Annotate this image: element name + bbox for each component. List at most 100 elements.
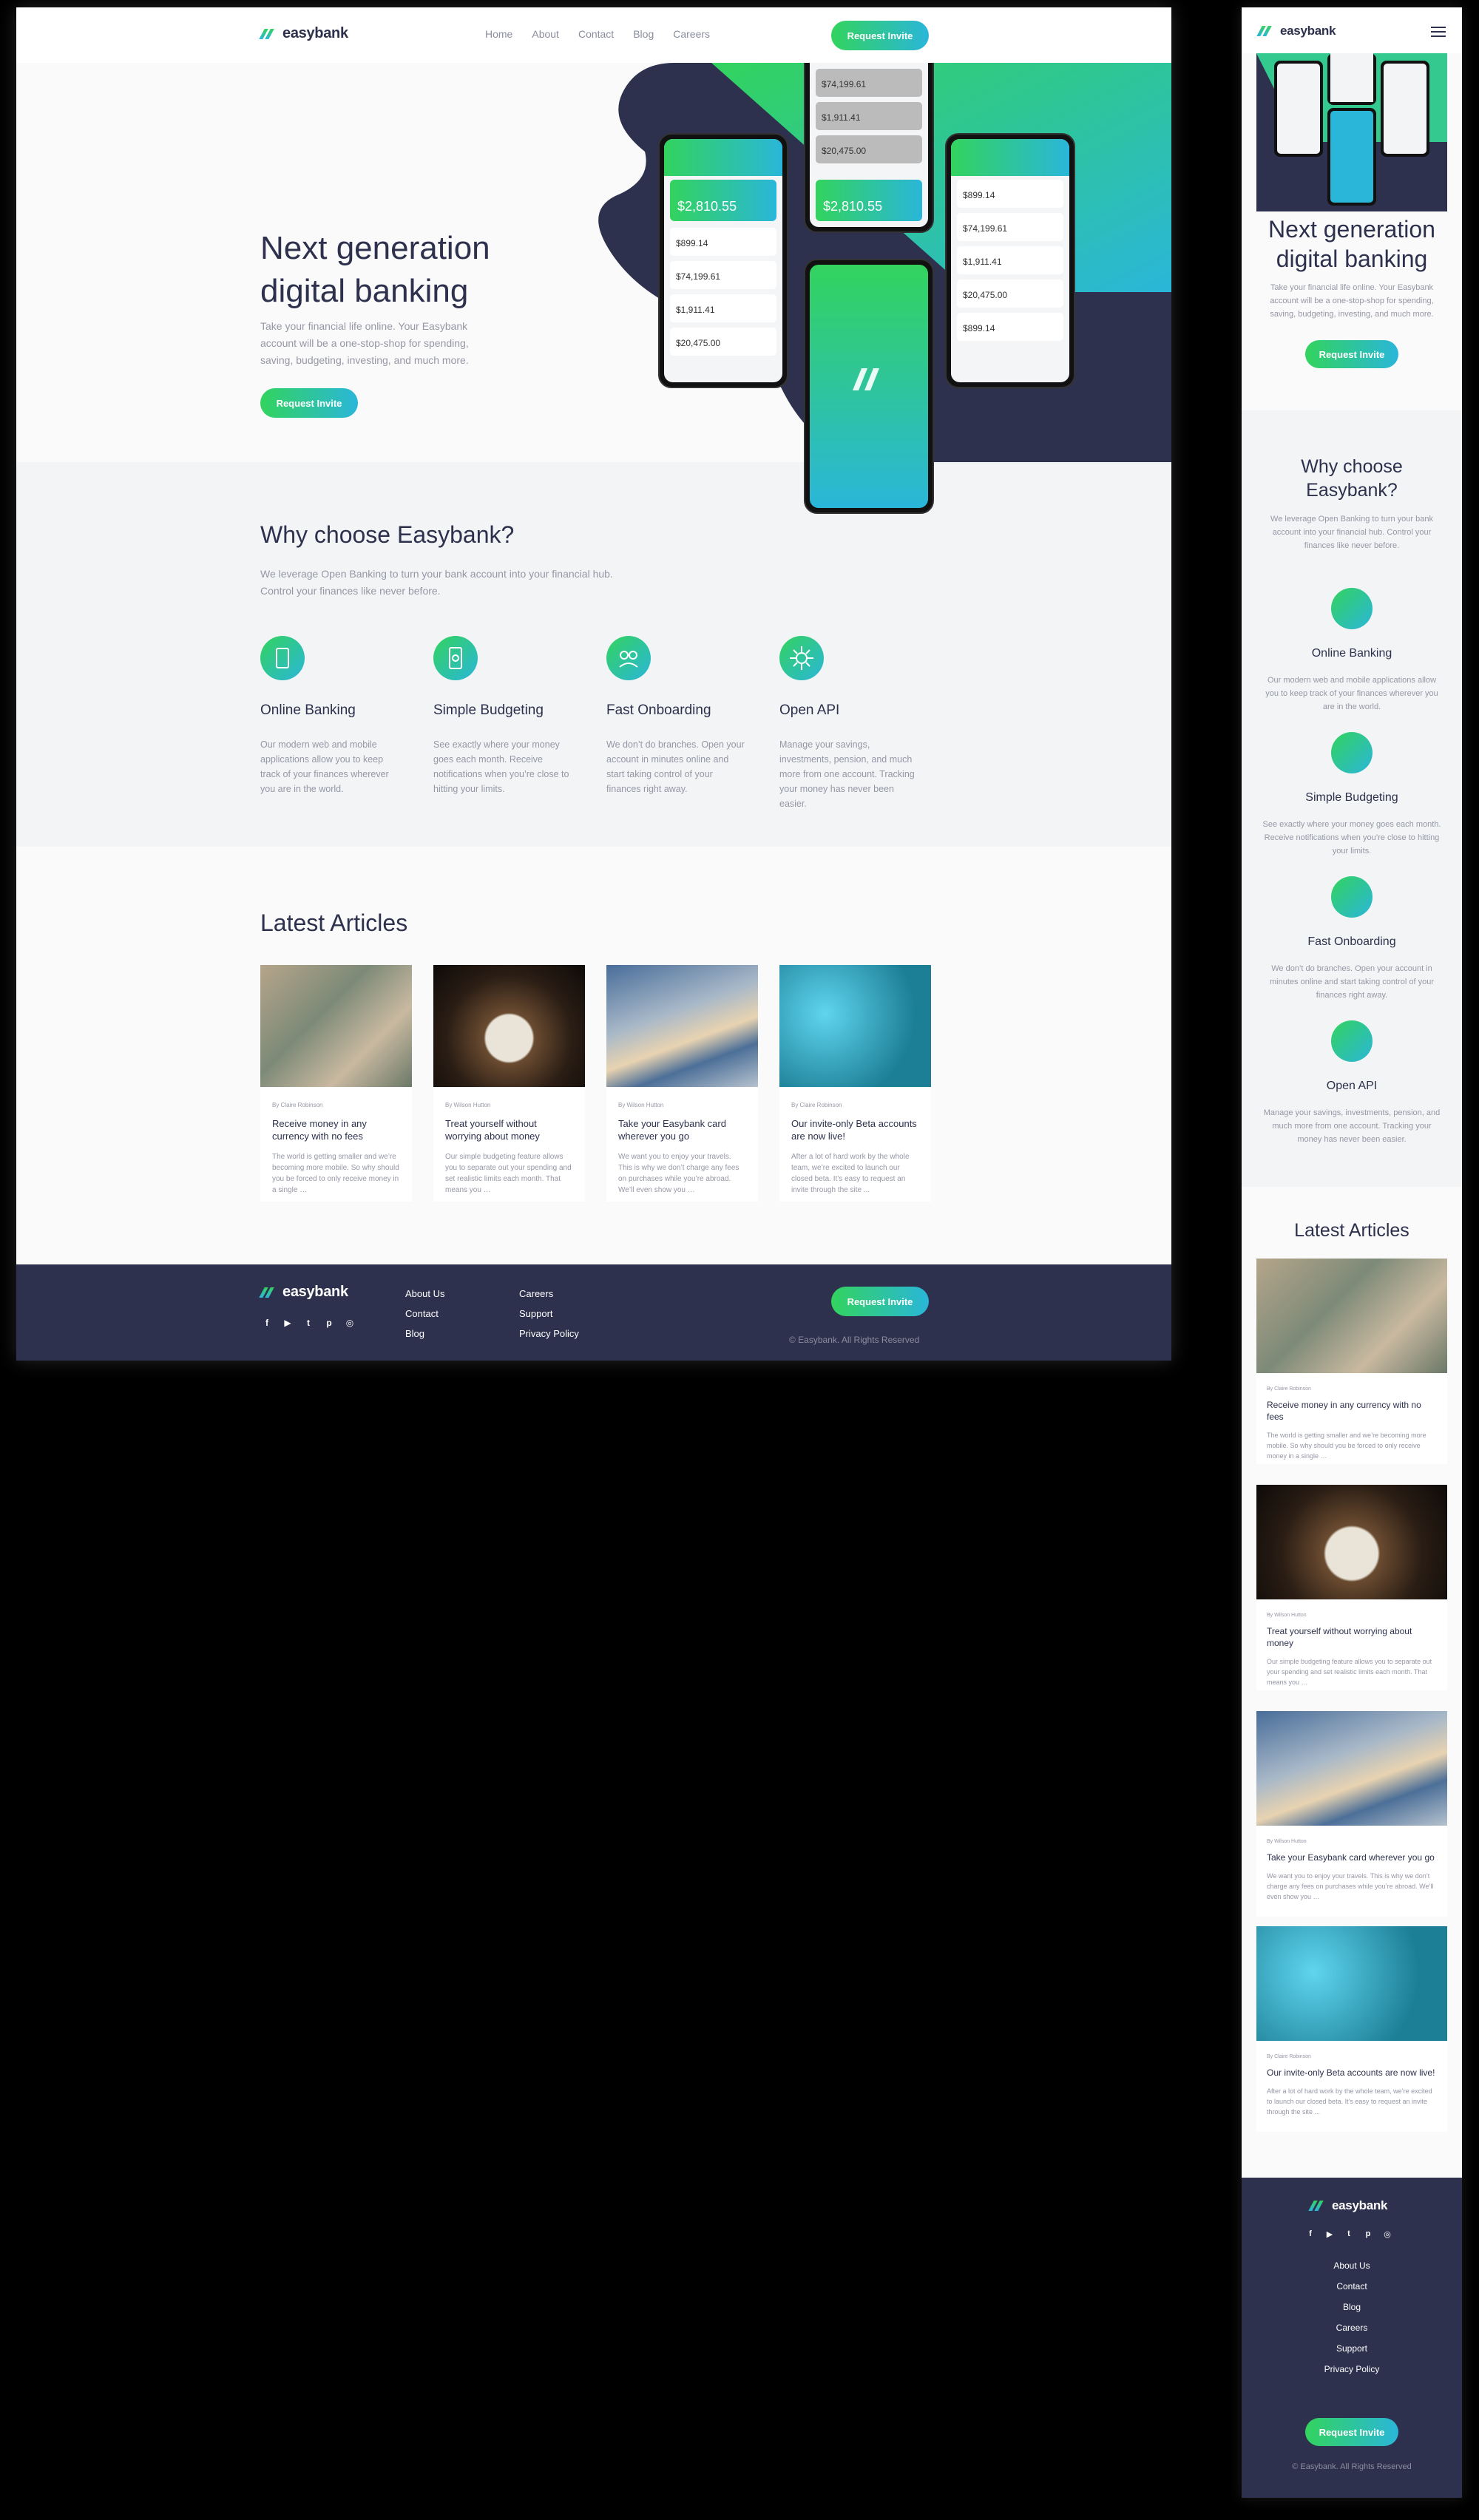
- article-title[interactable]: Take your Easybank card wherever you go: [618, 1117, 746, 1142]
- instagram-icon[interactable]: ◎: [343, 1316, 356, 1330]
- amount-card: $20,475.00: [670, 328, 776, 356]
- facebook-icon[interactable]: f: [260, 1316, 274, 1330]
- footer-link-contact[interactable]: Contact: [405, 1308, 444, 1319]
- footer-link-careers[interactable]: Careers: [1242, 2323, 1462, 2333]
- nav-link-blog[interactable]: Blog: [633, 28, 654, 40]
- brand-name: easybank: [282, 25, 348, 41]
- social-links: f ▶ t p ◎: [1304, 2229, 1394, 2239]
- facebook-icon[interactable]: f: [1304, 2229, 1317, 2239]
- article-title[interactable]: Receive money in any currency with no fe…: [1267, 1399, 1437, 1423]
- feature-title: Fast Onboarding: [1307, 935, 1396, 948]
- pinterest-icon[interactable]: p: [1361, 2229, 1375, 2239]
- balance-card: $2,810.55: [670, 180, 776, 221]
- article-card[interactable]: By Wilson Hutton Treat yourself without …: [433, 965, 585, 1202]
- article-title[interactable]: Treat yourself without worrying about mo…: [1267, 1625, 1437, 1649]
- mobile-article-card[interactable]: By Wilson Hutton Take your Easybank card…: [1256, 1711, 1447, 1917]
- phone-mockup-right: $899.14 $74,199.61 $1,911.41 $20,475.00 …: [945, 133, 1075, 388]
- article-title[interactable]: Take your Easybank card wherever you go: [1267, 1852, 1437, 1863]
- footer-links-col1: About Us Contact Blog: [405, 1288, 444, 1339]
- article-author: By Claire Robinson: [272, 1102, 323, 1108]
- feature-fast-onboarding: Fast Onboarding We don’t do branches. Op…: [606, 636, 747, 796]
- feature-title: Fast Onboarding: [606, 702, 711, 718]
- article-author: By Claire Robinson: [1267, 2054, 1311, 2059]
- logo-mark-icon: [853, 368, 879, 390]
- footer-link-contact[interactable]: Contact: [1242, 2281, 1462, 2292]
- feature-text: Manage your savings, investments, pensio…: [1263, 1108, 1441, 1144]
- article-image-plane: [606, 965, 758, 1087]
- article-card[interactable]: By Claire Robinson Our invite-only Beta …: [779, 965, 931, 1202]
- pinterest-icon[interactable]: p: [322, 1316, 336, 1330]
- mobile-hero-text: Take your financial life online. Your Ea…: [1270, 283, 1434, 319]
- article-image-restaurant: [1256, 1485, 1447, 1599]
- social-links: f ▶ t p ◎: [260, 1316, 356, 1330]
- youtube-icon[interactable]: ▶: [1323, 2229, 1336, 2239]
- footer-link-privacy[interactable]: Privacy Policy: [519, 1328, 579, 1339]
- hero-request-invite-button[interactable]: Request Invite: [260, 388, 358, 418]
- mobile-articles-title: Latest Articles: [1294, 1220, 1409, 1241]
- request-invite-button[interactable]: Request Invite: [831, 21, 929, 50]
- mobile-footer: easybank f ▶ t p ◎ About Us Contact Blog…: [1242, 2178, 1462, 2498]
- article-title[interactable]: Receive money in any currency with no fe…: [272, 1117, 400, 1142]
- nav-link-contact[interactable]: Contact: [578, 28, 614, 40]
- feature-title: Open API: [1326, 1080, 1378, 1092]
- footer-logo[interactable]: easybank: [259, 1284, 348, 1301]
- instagram-icon[interactable]: ◎: [1381, 2229, 1394, 2239]
- article-title[interactable]: Our invite-only Beta accounts are now li…: [791, 1117, 919, 1142]
- mobile-article-card[interactable]: By Wilson Hutton Treat yourself without …: [1256, 1485, 1447, 1690]
- logo-mark-icon: [1256, 26, 1274, 36]
- articles-title: Latest Articles: [260, 910, 408, 936]
- youtube-icon[interactable]: ▶: [281, 1316, 294, 1330]
- amount-card: $1,911.41: [957, 246, 1063, 274]
- hero-section: $2,810.55 $899.14 $74,199.61 $1,911.41 $…: [16, 33, 1171, 514]
- brand-logo[interactable]: easybank: [259, 25, 348, 42]
- footer-link-about[interactable]: About Us: [1242, 2260, 1462, 2271]
- article-image-plane: [1256, 1711, 1447, 1826]
- article-card[interactable]: By Wilson Hutton Take your Easybank card…: [606, 965, 758, 1202]
- nav-link-careers[interactable]: Careers: [673, 28, 710, 40]
- article-excerpt: The world is getting smaller and we’re b…: [1267, 1432, 1426, 1460]
- mobile-why-section: Why choose Easybank? We leverage Open Ba…: [1242, 410, 1462, 1187]
- article-image-restaurant: [433, 965, 585, 1087]
- footer-link-support[interactable]: Support: [519, 1308, 579, 1319]
- footer-link-support[interactable]: Support: [1242, 2343, 1462, 2354]
- mobile-feature-fast-onboarding: Fast Onboarding We don’t do branches. Op…: [1242, 876, 1462, 1002]
- feature-open-api: Open API Manage your savings, investment…: [779, 636, 920, 811]
- article-title[interactable]: Treat yourself without worrying about mo…: [445, 1117, 573, 1142]
- footer-link-blog[interactable]: Blog: [1242, 2302, 1462, 2312]
- phone-screen: $2,810.55 $899.14 $74,199.61 $1,911.41 $…: [664, 139, 782, 382]
- article-image-currency: [260, 965, 412, 1087]
- mobile-feature-online-banking: Online Banking Our modern web and mobile…: [1242, 588, 1462, 714]
- nav-link-about[interactable]: About: [532, 28, 559, 40]
- hamburger-menu-icon[interactable]: [1431, 27, 1446, 37]
- footer-link-privacy[interactable]: Privacy Policy: [1242, 2364, 1462, 2374]
- feature-text: See exactly where your money goes each m…: [1262, 820, 1441, 856]
- twitter-icon[interactable]: t: [1342, 2229, 1356, 2239]
- budgeting-icon: [433, 636, 478, 680]
- phone-screen: $74,199.61 $1,911.41 $20,475.00 $2,810.5…: [810, 39, 928, 227]
- footer-logo[interactable]: easybank: [1308, 2198, 1387, 2213]
- online-banking-icon: [260, 636, 305, 680]
- mobile-hero-request-invite-button[interactable]: Request Invite: [1305, 340, 1398, 368]
- amount-card: $899.14: [957, 313, 1063, 341]
- hero-background-shape: [1256, 53, 1447, 211]
- mobile-feature-simple-budgeting: Simple Budgeting See exactly where your …: [1242, 732, 1462, 858]
- footer-link-about[interactable]: About Us: [405, 1288, 444, 1299]
- article-title[interactable]: Our invite-only Beta accounts are now li…: [1267, 2067, 1437, 2079]
- twitter-icon[interactable]: t: [302, 1316, 315, 1330]
- footer-link-blog[interactable]: Blog: [405, 1328, 444, 1339]
- brand-name: easybank: [282, 1284, 348, 1300]
- phone-mockup-top: $74,199.61 $1,911.41 $20,475.00 $2,810.5…: [804, 33, 934, 233]
- footer-link-careers[interactable]: Careers: [519, 1288, 579, 1299]
- article-card[interactable]: By Claire Robinson Receive money in any …: [260, 965, 412, 1202]
- nav-link-home[interactable]: Home: [485, 28, 512, 40]
- brand-logo[interactable]: easybank: [1256, 24, 1336, 38]
- budgeting-icon: [1331, 732, 1373, 773]
- article-author: By Wilson Hutton: [445, 1102, 491, 1108]
- amount-card: $74,199.61: [957, 213, 1063, 241]
- footer-request-invite-button[interactable]: Request Invite: [1305, 2418, 1398, 2446]
- amount-card: $1,911.41: [816, 102, 922, 130]
- mobile-article-card[interactable]: By Claire Robinson Our invite-only Beta …: [1256, 1926, 1447, 2132]
- footer-request-invite-button[interactable]: Request Invite: [831, 1287, 929, 1316]
- mobile-article-card[interactable]: By Claire Robinson Receive money in any …: [1256, 1259, 1447, 1464]
- phone-header: [664, 139, 782, 176]
